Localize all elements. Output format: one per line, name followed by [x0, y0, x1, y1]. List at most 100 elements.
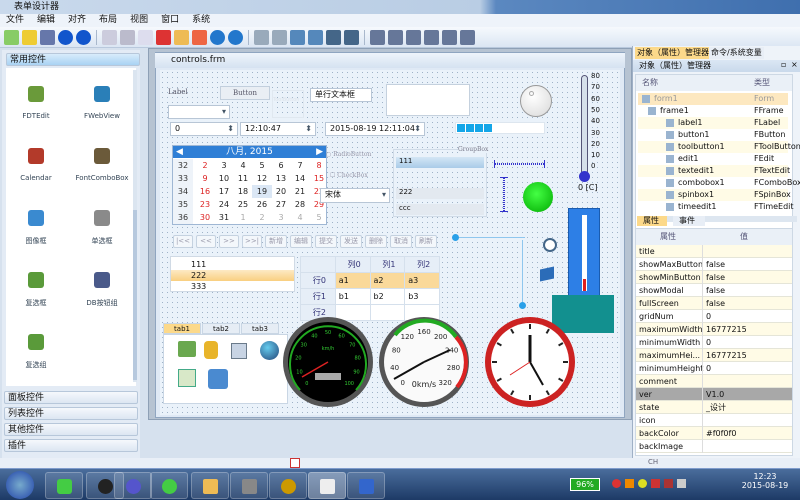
table-cell[interactable]: a1 [334, 272, 371, 289]
nav-button[interactable]: 刷新 [415, 235, 437, 248]
size-icon[interactable] [326, 30, 341, 45]
table-cell[interactable]: a2 [369, 272, 406, 289]
property-value[interactable] [702, 375, 706, 388]
property-value[interactable]: false [702, 284, 725, 297]
column-header[interactable]: 列2 [404, 256, 440, 273]
calendar-day[interactable]: 1 [233, 211, 253, 224]
vspace-icon[interactable] [442, 30, 457, 45]
tree-row[interactable]: frame1 FFrame [638, 105, 788, 117]
save-icon[interactable] [40, 30, 55, 45]
property-value[interactable]: 0 [702, 336, 711, 349]
align-right-icon[interactable] [290, 30, 305, 45]
property-row[interactable]: backImage [636, 440, 792, 453]
property-row[interactable]: title [636, 245, 792, 258]
tray-icon[interactable] [664, 479, 673, 488]
form-designer-icon[interactable] [320, 479, 335, 494]
calendar-day[interactable]: 2 [195, 159, 215, 172]
calendar-day[interactable]: 23 [195, 198, 215, 211]
calendar-day[interactable]: 30 [195, 211, 215, 224]
calendar-day[interactable]: 14 [290, 172, 310, 185]
property-row[interactable]: fullScreen false [636, 297, 792, 310]
property-row[interactable]: minimumWidth 0 [636, 336, 792, 349]
table-cell[interactable]: b2 [369, 288, 406, 305]
new-icon[interactable] [4, 30, 19, 45]
label-widget[interactable]: Label [168, 88, 188, 96]
ime-indicator[interactable]: CH [648, 458, 658, 466]
row-header[interactable]: 行0 [300, 272, 336, 289]
app-icon[interactable] [126, 479, 141, 494]
table-cell[interactable]: a3 [404, 272, 440, 289]
nav-button[interactable]: 提交 [315, 235, 337, 248]
calendar-day[interactable]: 26 [252, 198, 272, 211]
property-value[interactable]: 16777215 [702, 323, 747, 336]
paste-icon[interactable] [174, 30, 189, 45]
property-row[interactable]: minimumHeight 0 [636, 362, 792, 375]
button-widget[interactable]: Button [220, 86, 270, 100]
calendar-day[interactable]: 2 [252, 211, 272, 224]
property-row[interactable]: state _设计 [636, 401, 792, 414]
tree-row[interactable]: timeedit1 FTimeEdit [638, 201, 794, 213]
float-icon[interactable]: ▫ [781, 60, 786, 69]
prev-month-icon[interactable]: ◀ [176, 146, 183, 158]
start-button[interactable] [6, 471, 34, 499]
vertical-spacer[interactable] [500, 177, 508, 212]
horizontal-slider[interactable] [452, 234, 525, 241]
tab-tab3[interactable]: tab3 [241, 323, 279, 334]
property-row[interactable]: showMinButton false [636, 271, 792, 284]
menu-edit[interactable]: 编辑 [37, 14, 55, 27]
checkbox-widget[interactable]: ☐ CheckBox [330, 172, 368, 179]
calendar-day[interactable]: 3 [271, 211, 291, 224]
tab-tab1[interactable]: tab1 [163, 323, 201, 334]
calendar-day[interactable]: 16 [195, 185, 215, 198]
combobox-widget[interactable] [168, 105, 230, 119]
property-value[interactable]: 0 [702, 362, 711, 375]
clock[interactable]: 12:23 2015-08-19 [740, 472, 790, 490]
calendar-day[interactable]: 24 [214, 198, 234, 211]
table-row[interactable]: 行1 b1 b2 b3 [300, 288, 440, 305]
property-row[interactable]: showMaxButton false [636, 258, 792, 271]
ultraedit-icon[interactable] [281, 479, 296, 494]
hlayout-icon[interactable] [370, 30, 385, 45]
property-value[interactable]: false [702, 297, 725, 310]
calendar-day[interactable]: 12 [252, 172, 272, 185]
open-icon[interactable] [22, 30, 37, 45]
undo-icon[interactable] [210, 30, 225, 45]
calendar-day[interactable]: 31 [214, 211, 234, 224]
palette-item[interactable]: FDTEdit [6, 86, 66, 120]
nav-button[interactable]: |<< [173, 235, 193, 248]
break-layout-icon[interactable] [460, 30, 475, 45]
image-viewer-icon[interactable] [242, 479, 257, 494]
font-combobox-widget[interactable]: 宋体 [320, 188, 390, 203]
nav-button[interactable]: >> [219, 235, 239, 248]
nav-button[interactable]: << [196, 235, 216, 248]
table-cell[interactable]: b3 [404, 288, 440, 305]
calendar-day[interactable]: 5 [252, 159, 272, 172]
datetimeedit-widget[interactable]: 2015-08-19 12:11:04 [325, 122, 425, 136]
property-row[interactable]: comment [636, 375, 792, 388]
menu-layout[interactable]: 布局 [99, 14, 117, 27]
calendar-day[interactable]: 11 [233, 172, 253, 185]
tree-row[interactable]: toolbutton1 FToolButton [638, 141, 800, 153]
property-value[interactable] [702, 414, 706, 427]
menu-view[interactable]: 视图 [130, 14, 148, 27]
palette-item[interactable]: 图像框 [6, 210, 66, 246]
table-row[interactable]: 行0 a1 a2 a3 [300, 272, 440, 289]
tree-row[interactable]: combobox1 FComboBox [638, 177, 800, 189]
hspace-icon[interactable] [424, 30, 439, 45]
calendar-day[interactable]: 9 [195, 172, 215, 185]
cut-icon[interactable] [156, 30, 171, 45]
tab-object-manager[interactable]: 对象（属性）管理器 [635, 47, 711, 59]
resize-icon[interactable] [344, 30, 359, 45]
lineedit-widget[interactable]: 单行文本框 [310, 88, 372, 102]
calendar-day[interactable]: 17 [214, 185, 234, 198]
tab-events[interactable]: 事件 [673, 216, 705, 226]
column-header[interactable]: 列1 [369, 256, 406, 273]
toolbutton-widget[interactable]: ToolButton [272, 90, 304, 118]
run-icon[interactable] [58, 30, 73, 45]
tree-row[interactable]: spinbox1 FSpinBox [638, 189, 791, 201]
vertical-slider[interactable] [519, 240, 526, 309]
property-row[interactable]: gridNum 0 [636, 310, 792, 323]
category-list[interactable]: 列表控件 [4, 407, 138, 420]
battery-indicator[interactable]: 96% [570, 478, 600, 491]
calendar-day[interactable]: 18 [233, 185, 253, 198]
